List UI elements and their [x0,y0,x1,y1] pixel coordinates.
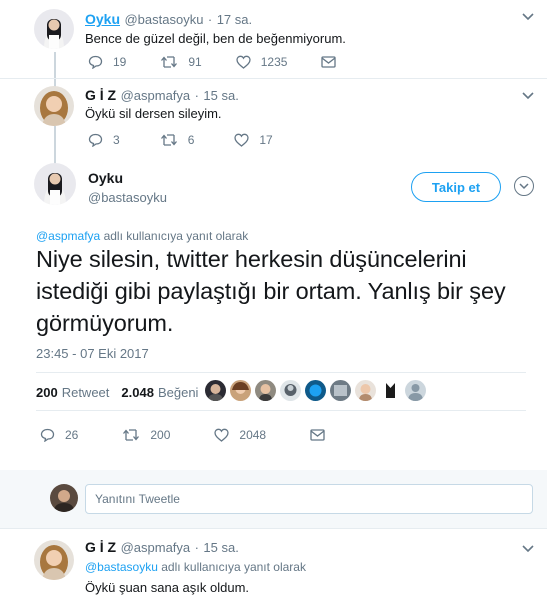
engagement-stats: 200 Retweet 2.048 Beğeni [36,385,210,400]
chevron-down-icon[interactable] [514,176,534,196]
author-name[interactable]: Oyku [85,11,120,27]
liker-avatar[interactable] [305,380,326,401]
reply-button[interactable]: 26 [40,428,78,442]
retweet-icon [160,134,177,146]
avatar[interactable] [34,9,74,49]
reply-context: @aspmafya adlı kullanıcıya yanıt olarak [36,229,248,243]
like-total-label[interactable]: Beğeni [158,385,198,400]
main-author-name[interactable]: Oyku [88,170,123,186]
tweet-time[interactable]: 15 sa. [203,540,238,555]
main-author-handle[interactable]: @bastasoyku [88,190,167,205]
reply-context-text: adlı kullanıcıya yanıt olarak [103,229,249,243]
like-button[interactable]: 17 [234,133,273,147]
avatar[interactable] [34,540,74,580]
like-icon [214,428,230,442]
retweet-count: 200 [150,428,171,442]
dm-icon [321,56,337,68]
chevron-down-icon[interactable] [522,542,534,556]
separator-dot: · [194,540,199,555]
like-button[interactable]: 1235 [236,55,288,69]
liker-avatar[interactable] [355,380,376,401]
compose-avatar [50,484,78,512]
like-button[interactable]: 2048 [214,428,266,442]
retweet-total[interactable]: 200 [36,385,58,400]
chevron-down-icon[interactable] [522,10,534,24]
reply-mention[interactable]: @aspmafya [36,229,100,243]
retweet-button[interactable]: 6 [160,133,195,147]
author-name[interactable]: G İ Z [85,539,116,555]
follow-button[interactable]: Takip et [411,172,501,202]
divider [36,410,526,411]
author-name[interactable]: G İ Z [85,87,116,103]
separator-dot: · [194,88,199,103]
like-icon [236,55,251,69]
retweet-button[interactable]: 91 [160,55,202,69]
dm-button[interactable] [310,429,335,441]
retweet-icon [161,56,178,68]
tweet-text: Öykü şuan sana aşık oldum. [85,580,250,595]
tweet-text: Bence de güzel değil, ben de beğenmiyoru… [85,31,346,46]
liker-avatar[interactable] [230,380,251,401]
author-handle[interactable]: @aspmafya [121,540,191,555]
liker-avatar[interactable] [380,380,401,401]
tweet-1[interactable]: Oyku @bastasoyku · 17 sa. Bence de güzel… [0,0,547,80]
tweet-time[interactable]: 17 sa. [217,12,252,27]
reply-icon [88,55,103,69]
separator-dot: · [207,12,213,27]
liker-avatar[interactable] [330,380,351,401]
reply-count: 19 [113,55,127,69]
tweet-text: Öykü sil dersen sileyim. [85,106,222,121]
retweet-icon [123,429,140,441]
retweet-button[interactable]: 200 [122,428,170,442]
liker-avatars [205,380,430,401]
liker-avatar[interactable] [255,380,276,401]
avatar[interactable] [34,86,74,126]
reply-icon [88,133,103,147]
reply-button[interactable]: 3 [88,133,120,147]
tweet-2[interactable]: G İ Z @aspmafya · 15 sa. Öykü sil dersen… [0,78,547,156]
main-tweet-text: Niye silesin, twitter herkesin düşüncele… [36,246,506,336]
reply-button[interactable]: 19 [88,55,126,69]
reply-count: 3 [113,133,120,147]
liker-avatar[interactable] [205,380,226,401]
liker-avatar[interactable] [405,380,426,401]
main-timestamp[interactable]: 23:45 - 07 Eki 2017 [36,346,149,361]
reply-count: 26 [65,428,79,442]
main-avatar[interactable] [34,163,76,205]
like-count: 2048 [239,428,267,442]
like-count: 1235 [260,55,288,69]
like-total[interactable]: 2.048 [121,385,154,400]
divider [36,372,526,373]
reply-icon [40,428,55,442]
like-count: 17 [259,133,273,147]
retweet-total-label[interactable]: Retweet [62,385,110,400]
like-icon [234,133,250,147]
retweet-count: 6 [187,133,195,147]
author-handle[interactable]: @bastasoyku [124,12,203,27]
reply-context: @bastasoyku adlı kullanıcıya yanıt olara… [85,560,306,574]
dm-icon [310,429,325,441]
chevron-down-icon[interactable] [522,89,534,103]
retweet-count: 91 [188,55,202,69]
reply-context-text: adlı kullanıcıya yanıt olarak [161,560,306,574]
author-handle[interactable]: @aspmafya [121,88,191,103]
reply-mention[interactable]: @bastasoyku [85,560,158,574]
tweet-time[interactable]: 15 sa. [203,88,238,103]
tweet-3[interactable]: G İ Z @aspmafya · 15 sa. @bastasoyku adl… [0,528,547,600]
reply-input[interactable]: Yanıtını Tweetle [85,484,533,514]
dm-button[interactable] [321,56,346,68]
liker-avatar[interactable] [280,380,301,401]
